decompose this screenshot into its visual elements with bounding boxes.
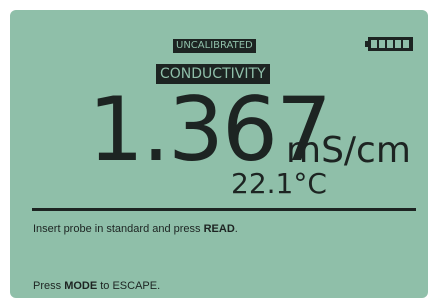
escape-text-prefix: Press [33,280,65,292]
escape-text-suffix: to ESCAPE. [97,280,161,292]
lcd-screen: UNCALIBRATED CONDUCTIVITY 1.367 mS/cm 22… [10,10,428,298]
instruction-suffix: . [234,223,238,235]
temperature-reading: 22.1°C [231,167,327,200]
read-key-label: READ [203,223,235,235]
uncalibrated-badge: UNCALIBRATED [173,39,256,53]
instruction-text: Insert probe in standard and press [33,223,204,235]
battery-full-icon [365,37,413,51]
mode-key-label: MODE [64,280,98,292]
escape-message: Press MODE to ESCAPE. [33,281,160,292]
conductivity-unit: mS/cm [286,130,411,171]
divider [32,208,416,211]
instruction-message: Insert probe in standard and press READ. [33,224,238,235]
